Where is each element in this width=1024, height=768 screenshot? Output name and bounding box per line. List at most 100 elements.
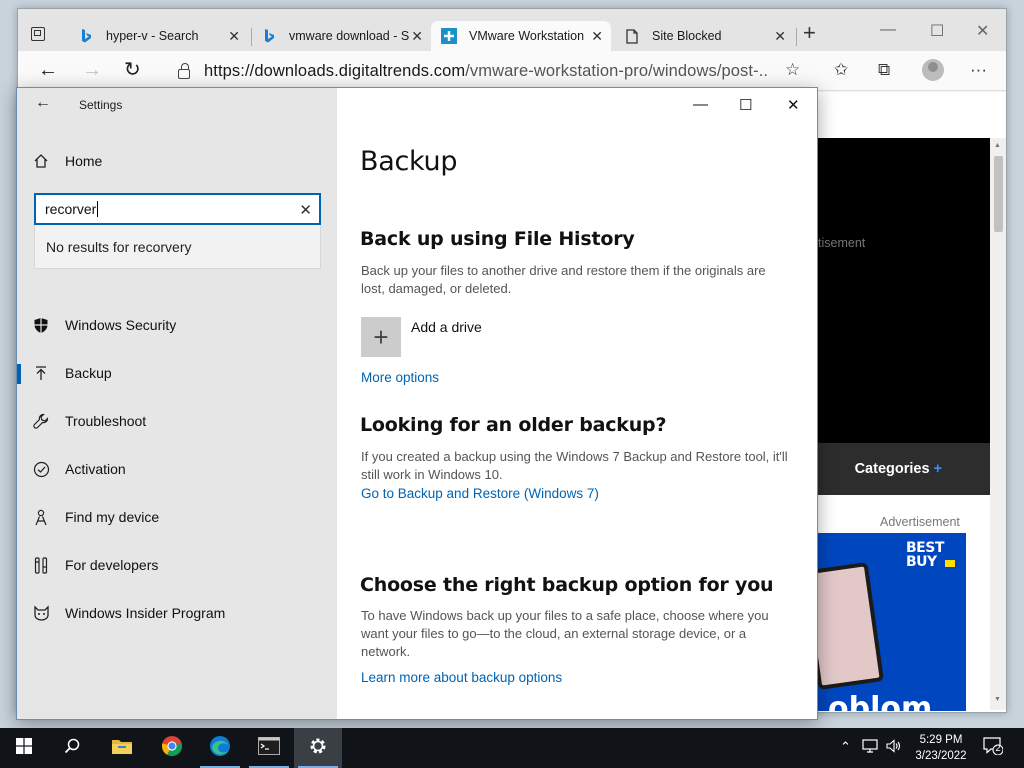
text-caret <box>97 201 99 217</box>
search-results-dropdown: No results for recorvery <box>34 225 321 269</box>
nav-label: For developers <box>65 557 159 573</box>
settings-taskbar-button[interactable] <box>294 728 342 768</box>
nav-item-windows-security[interactable]: Windows Security <box>17 305 337 345</box>
forward-icon[interactable]: → <box>82 59 102 81</box>
scroll-down-icon[interactable]: ▼ <box>994 696 1001 703</box>
tab-label: Site Blocked <box>652 29 722 43</box>
back-icon[interactable]: ← <box>38 59 58 81</box>
nav-label: Troubleshoot <box>65 413 147 429</box>
search-button[interactable] <box>48 728 96 768</box>
add-drive-label[interactable]: Add a drive <box>411 319 482 335</box>
gear-icon <box>308 736 328 761</box>
url-domain: https://downloads.digitaltrends.com <box>204 61 466 80</box>
check-circle-icon <box>17 461 65 478</box>
tablet-image <box>818 561 885 691</box>
close-icon[interactable]: ✕ <box>774 28 786 45</box>
address-bar[interactable]: https://downloads.digitaltrends.com/vmwa… <box>166 56 846 86</box>
tab-strip: hyper-v - Search ✕ vmware download - S ✕… <box>18 9 1006 51</box>
action-center-button[interactable]: 2 <box>983 737 1004 756</box>
tab-vmware-download[interactable]: vmware download - S ✕ <box>251 21 431 51</box>
terminal-icon <box>258 736 280 760</box>
digitaltrends-icon <box>441 28 457 44</box>
tab-site-blocked[interactable]: Site Blocked ✕ <box>614 21 794 51</box>
no-results-text: No results for recorvery <box>46 238 192 255</box>
tab-label: hyper-v - Search <box>106 29 199 43</box>
profile-avatar[interactable] <box>922 59 944 81</box>
close-icon[interactable]: ✕ <box>787 96 800 114</box>
add-drive-button[interactable]: + <box>361 317 401 357</box>
search-icon <box>64 738 80 759</box>
favorites-icon[interactable]: ✩ <box>834 60 848 80</box>
search-value: recorver <box>45 201 97 217</box>
settings-sidebar: ← Settings Home recorver ✕ No results fo… <box>17 88 337 719</box>
logo-line-2: BUY <box>906 554 937 570</box>
file-explorer-button[interactable] <box>98 728 146 768</box>
find-device-icon <box>17 509 65 526</box>
settings-search-input[interactable]: recorver ✕ <box>34 193 321 225</box>
maximize-icon[interactable]: ☐ <box>930 21 944 41</box>
add-favorite-icon[interactable]: ☆ <box>785 60 800 80</box>
close-icon[interactable]: ✕ <box>411 28 423 45</box>
taskbar: ⌃ 5:29 PM 3/23/2022 2 <box>0 728 1024 768</box>
more-options-link[interactable]: More options <box>361 370 439 385</box>
video-ad[interactable] <box>818 138 990 443</box>
nav-item-for-developers[interactable]: For developers <box>17 545 337 585</box>
wrench-icon <box>17 413 65 429</box>
scroll-thumb[interactable] <box>994 156 1003 232</box>
new-tab-icon[interactable]: + <box>803 22 816 44</box>
minimize-icon[interactable]: — <box>693 96 708 113</box>
best-buy-ad[interactable]: BEST BUY oblom <box>818 533 966 711</box>
bing-icon <box>261 28 277 44</box>
right-option-description: To have Windows back up your files to a … <box>361 608 769 659</box>
maximize-icon[interactable]: ☐ <box>739 96 752 114</box>
tab-label: VMware Workstation <box>469 29 585 43</box>
nav-label: Backup <box>65 365 112 381</box>
collections-icon[interactable]: ⧉ <box>878 60 890 80</box>
clear-search-icon[interactable]: ✕ <box>299 201 312 219</box>
edge-button[interactable] <box>196 728 244 768</box>
nav-item-home[interactable]: Home <box>17 141 337 181</box>
chrome-button[interactable] <box>148 728 196 768</box>
tab-actions-icon[interactable] <box>31 27 45 41</box>
terminal-button[interactable] <box>245 728 293 768</box>
tab-label: vmware download - S <box>289 29 410 43</box>
clock-time: 5:29 PM <box>919 734 963 746</box>
best-buy-logo: BEST BUY <box>906 541 944 569</box>
categories-menu[interactable]: Categories + <box>818 443 990 495</box>
settings-content: — ☐ ✕ Backup Back up using File History … <box>337 88 817 719</box>
page-title: Backup <box>360 146 458 177</box>
page-scrollbar[interactable]: ▲ ▼ <box>990 138 1006 710</box>
clock-date: 3/23/2022 <box>915 750 967 762</box>
url-text[interactable]: https://downloads.digitaltrends.com/vmwa… <box>204 62 769 81</box>
older-backup-description: If you created a backup using the Window… <box>361 449 788 482</box>
start-button[interactable] <box>0 728 48 768</box>
system-clock[interactable]: 5:29 PM 3/23/2022 <box>908 732 974 764</box>
minimize-icon[interactable]: — <box>880 21 896 39</box>
nav-item-activation[interactable]: Activation <box>17 449 337 489</box>
back-arrow-icon[interactable]: ← <box>35 94 51 112</box>
tab-hyper-v-search[interactable]: hyper-v - Search ✕ <box>68 21 248 51</box>
lock-icon[interactable] <box>178 63 190 79</box>
scroll-up-icon[interactable]: ▲ <box>994 142 1001 149</box>
nav-item-troubleshoot[interactable]: Troubleshoot <box>17 401 337 441</box>
best-buy-tag-icon <box>945 560 955 567</box>
close-icon[interactable]: ✕ <box>591 28 603 45</box>
nav-item-backup[interactable]: Backup <box>17 353 337 393</box>
plus-icon: + <box>933 461 942 477</box>
network-icon[interactable] <box>862 739 878 756</box>
close-icon[interactable]: ✕ <box>228 28 240 45</box>
refresh-icon[interactable]: ↻ <box>124 59 141 81</box>
edge-icon <box>209 735 231 762</box>
tab-vmware-workstation[interactable]: VMware Workstation ✕ <box>431 21 611 51</box>
nav-item-windows-insider[interactable]: Windows Insider Program <box>17 593 337 633</box>
nav-item-find-my-device[interactable]: Find my device <box>17 497 337 537</box>
learn-more-backup-link[interactable]: Learn more about backup options <box>361 670 562 685</box>
show-hidden-icons-icon[interactable]: ⌃ <box>840 739 851 755</box>
advertisement-label: Advertisement <box>880 515 960 529</box>
more-options-icon[interactable]: ··· <box>970 60 987 80</box>
categories-label: Categories <box>854 461 930 477</box>
backup-restore-windows7-link[interactable]: Go to Backup and Restore (Windows 7) <box>361 486 599 501</box>
close-window-icon[interactable]: ✕ <box>976 21 989 41</box>
windows-logo-icon <box>16 737 32 759</box>
volume-icon[interactable] <box>886 739 902 756</box>
